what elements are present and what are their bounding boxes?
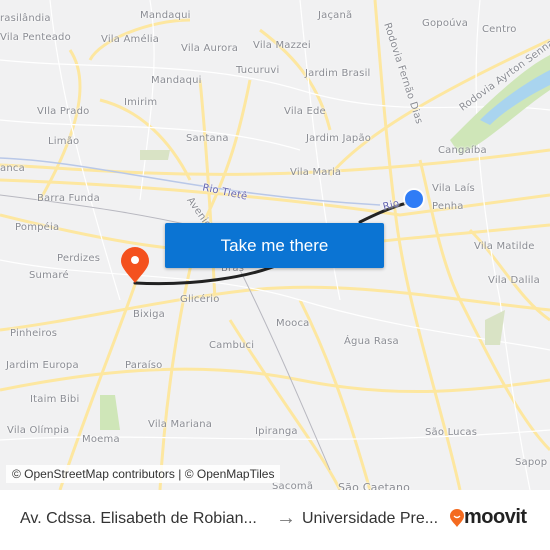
take-me-there-button[interactable]: Take me there xyxy=(165,223,384,268)
brand-name: moovit xyxy=(464,506,527,528)
map[interactable]: rasilândia Mandaqui Jaçanã Gopoúva Centr… xyxy=(0,0,550,490)
map-attribution[interactable]: © OpenStreetMap contributors | © OpenMap… xyxy=(6,465,281,483)
destination-name: Universidade Pre... xyxy=(302,510,439,527)
origin-name: Av. Cdssa. Elisabeth de Robian... xyxy=(20,510,257,527)
blue-dot-icon[interactable] xyxy=(403,188,425,210)
footer: Av. Cdssa. Elisabeth de Robian... → Univ… xyxy=(0,490,550,550)
arrow-right-icon: → xyxy=(276,507,296,529)
moovit-pin-icon xyxy=(450,508,464,527)
map-pin-icon[interactable] xyxy=(121,247,149,283)
moovit-logo: moovit xyxy=(450,506,527,529)
